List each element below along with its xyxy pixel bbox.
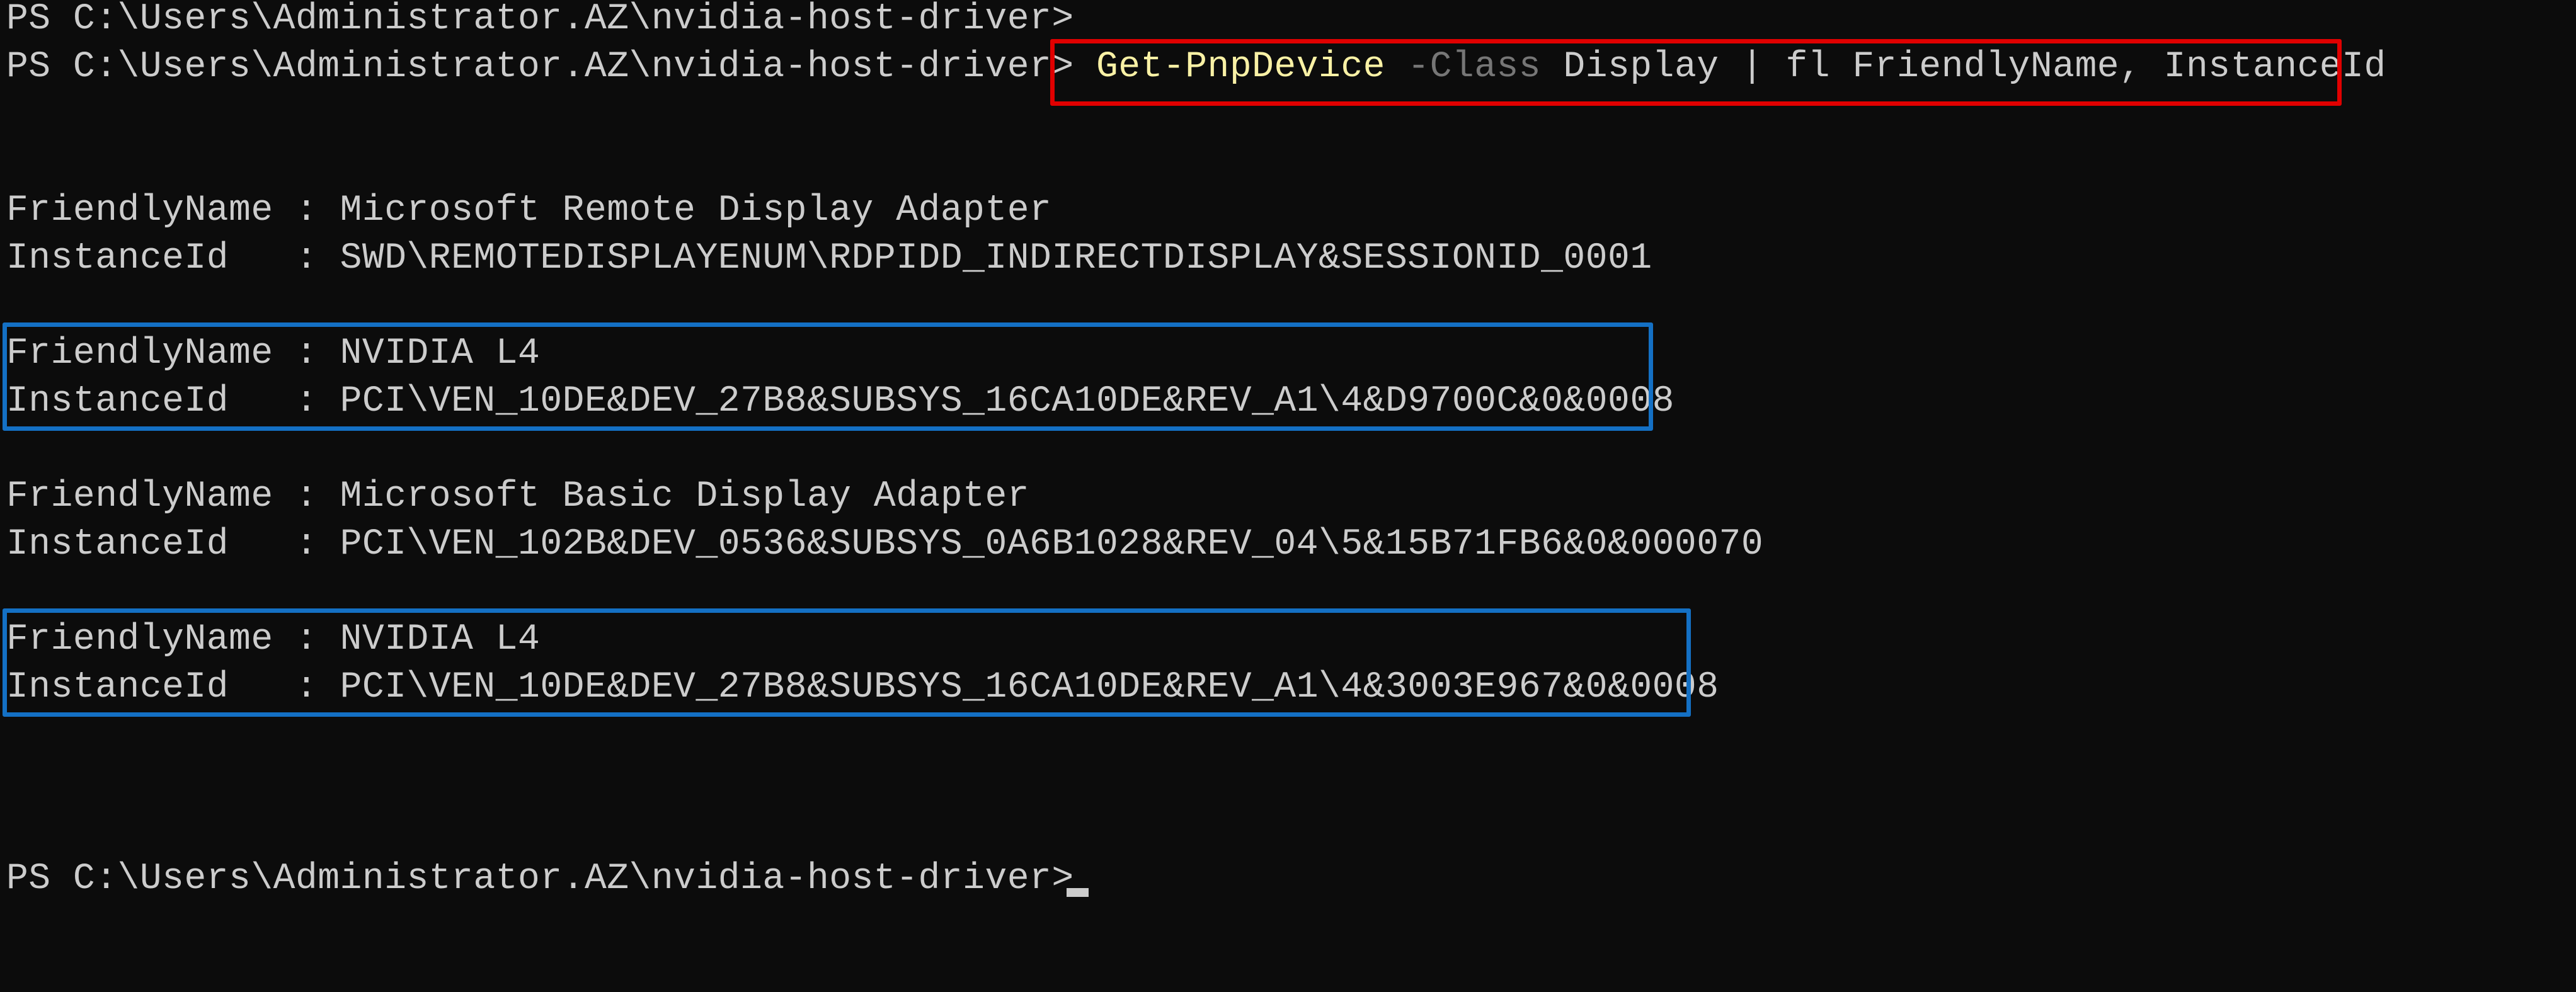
device-3-friendly-name: FriendlyName : Microsoft Basic Display A… xyxy=(6,476,1030,517)
device-1-instance-id: InstanceId : SWD\REMOTEDISPLAYENUM\RDPID… xyxy=(6,238,1652,279)
powershell-terminal[interactable]: PS C:\Users\Administrator.AZ\nvidia-host… xyxy=(0,0,2576,992)
prompt-line-final: PS C:\Users\Administrator.AZ\nvidia-host… xyxy=(6,858,1074,899)
prompt-line-1: PS C:\Users\Administrator.AZ\nvidia-host… xyxy=(6,0,1074,40)
device-3-instance-id: InstanceId : PCI\VEN_102B&DEV_0536&SUBSY… xyxy=(6,524,1764,565)
text-cursor xyxy=(1067,888,1089,897)
nvidia-device-highlight-box-2 xyxy=(3,608,1691,717)
nvidia-device-highlight-box-1 xyxy=(3,322,1653,431)
device-1-friendly-name: FriendlyName : Microsoft Remote Display … xyxy=(6,190,1052,231)
prompt-text: PS C:\Users\Administrator.AZ\nvidia-host… xyxy=(6,47,1074,88)
command-highlight-box xyxy=(1050,39,2342,106)
